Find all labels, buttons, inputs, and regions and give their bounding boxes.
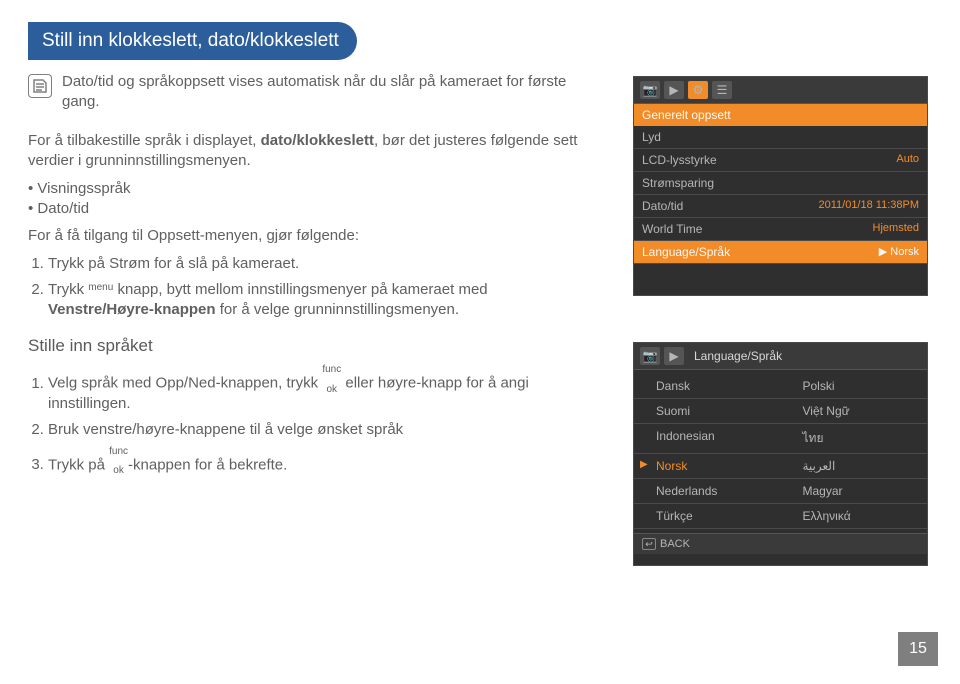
language-option: Ελληνικά (781, 507, 928, 525)
bullet-item: Visningsspråk (28, 179, 588, 199)
language-option: Dansk (634, 377, 781, 395)
settings-row: Language/Språk ▶ Norsk (634, 241, 927, 264)
row-label: Strømsparing (642, 176, 714, 190)
func-label: func (322, 366, 341, 374)
note-text: Dato/tid og språkoppsett vises automatis… (62, 72, 588, 113)
settings-row: Strømsparing (634, 172, 927, 195)
row-label: Lyd (642, 130, 661, 144)
settings-row: LCD-lysstyrke Auto (634, 149, 927, 172)
row-value: Hjemsted (873, 222, 919, 236)
language-option: Magyar (781, 482, 928, 500)
tab-icon: ⚙ (688, 81, 708, 99)
language-row: NederlandsMagyar (634, 479, 927, 504)
ok-label: ok (113, 467, 124, 475)
ok-label: ok (326, 386, 337, 394)
camera-screen-settings: 📷 ▶ ⚙ ☰ Generelt oppsett Lyd LCD-lysstyrk… (633, 76, 928, 296)
step-item: Trykk på Strøm for å slå på kameraet. (48, 254, 588, 274)
bold-term: Venstre/Høyre-knappen (48, 301, 216, 318)
language-row: Norskالعربية (634, 454, 927, 479)
language-row: SuomiViệt Ngữ (634, 399, 927, 424)
language-row: TürkçeΕλληνικά (634, 504, 927, 529)
language-option: Türkçe (634, 507, 781, 525)
camera-screen-language: 📷 ▶ Language/Språk DanskPolskiSuomiViệt … (633, 342, 928, 566)
language-option: Polski (781, 377, 928, 395)
language-option: Indonesian (634, 427, 781, 450)
settings-row: World Time Hjemsted (634, 218, 927, 241)
language-option: Nederlands (634, 482, 781, 500)
section-title: Still inn klokkeslett, dato/klokkeslett (28, 22, 357, 60)
language-row: Indonesianไทย (634, 424, 927, 454)
tab-icon: 📷 (640, 347, 660, 365)
func-label: func (109, 448, 128, 456)
menu-label: menu (88, 284, 113, 292)
row-value: ▶ Norsk (879, 245, 919, 259)
language-option: ไทย (781, 427, 928, 450)
row-label: LCD-lysstyrke (642, 153, 717, 167)
text: Velg språk med Opp/Ned-knappen, trykk (48, 375, 322, 392)
page-number: 15 (898, 632, 938, 666)
back-icon: ↩ (642, 538, 656, 550)
note-icon (28, 74, 52, 98)
bullet-item: Dato/tid (28, 199, 588, 219)
row-label: Language/Språk (642, 245, 730, 259)
language-option: Suomi (634, 402, 781, 420)
step-item: Bruk venstre/høyre-knappene til å velge … (48, 420, 588, 440)
screen-title: Language/Språk (688, 349, 921, 363)
tab-icon: ▶ (664, 81, 684, 99)
text: for å velge grunninnstillingsmenyen. (216, 301, 459, 318)
para-display-reset: For å tilbakestille språk i displayet, d… (28, 131, 588, 172)
tab-icon: ▶ (664, 347, 684, 365)
screen-tabs: 📷 ▶ ⚙ ☰ (634, 77, 927, 104)
language-option: Việt Ngữ (781, 402, 928, 420)
settings-row: Dato/tid 2011/01/18 11:38PM (634, 195, 927, 218)
row-label: World Time (642, 222, 702, 236)
language-option: Norsk (634, 457, 781, 475)
row-value: Auto (896, 153, 919, 167)
tab-icon: ☰ (712, 81, 732, 99)
language-option: العربية (781, 457, 928, 475)
text: Trykk på (48, 456, 109, 473)
settings-row: Lyd (634, 126, 927, 149)
instruction-lead: For å få tilgang til Oppsett-menyen, gjø… (28, 226, 588, 246)
step-item: Velg språk med Opp/Ned-knappen, trykk fu… (48, 365, 588, 414)
text: Trykk (48, 281, 88, 298)
tab-icon: 📷 (640, 81, 660, 99)
bold-term: dato/klokkeslett (261, 132, 374, 149)
screen-tabs: 📷 ▶ Language/Språk (634, 343, 927, 370)
row-value: 2011/01/18 11:38PM (818, 199, 919, 213)
back-bar: ↩ BACK (634, 533, 927, 554)
step-item: Trykk menu knapp, bytt mellom innstillin… (48, 280, 588, 321)
screen-title: Generelt oppsett (634, 104, 927, 126)
main-text: Dato/tid og språkoppsett vises automatis… (28, 72, 588, 485)
text: For å tilbakestille språk i displayet, (28, 132, 261, 149)
text: -knappen for å bekrefte. (128, 456, 287, 473)
sub-heading: Stille inn språket (28, 335, 588, 358)
text: knapp, bytt mellom innstillingsmenyer på… (113, 281, 487, 298)
row-label: Dato/tid (642, 199, 683, 213)
step-item: Trykk på func ok -knappen for å bekrefte. (48, 447, 588, 476)
back-label: BACK (660, 538, 690, 550)
language-row: DanskPolski (634, 374, 927, 399)
